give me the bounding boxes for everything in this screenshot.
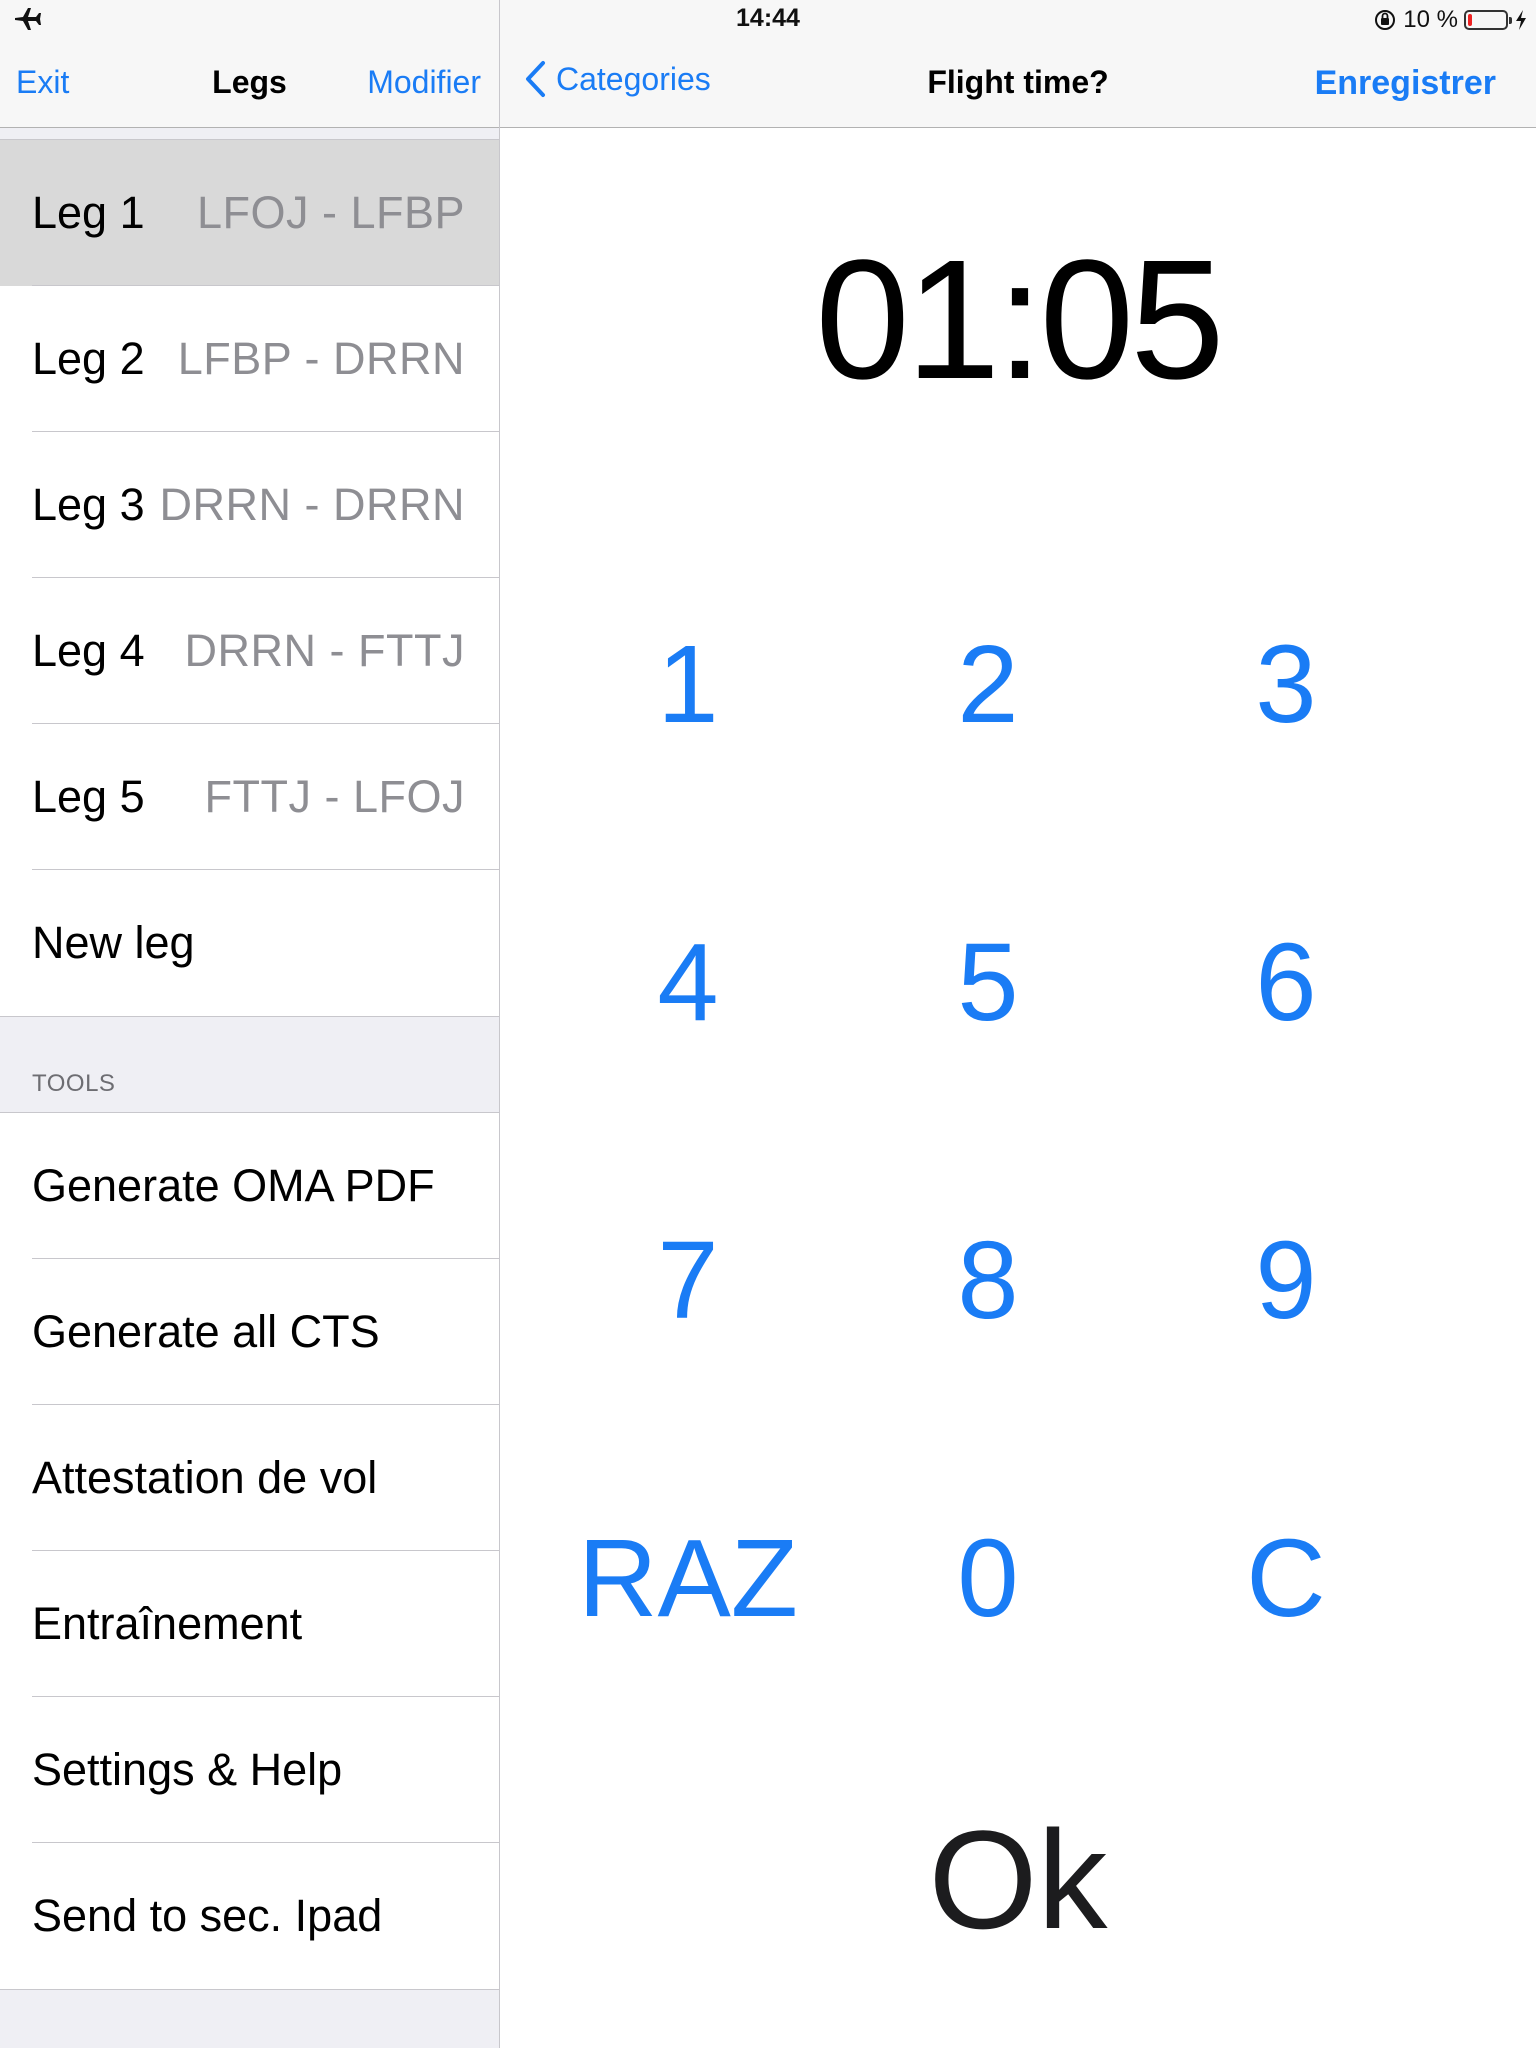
tool-label: Entraînement (32, 1598, 303, 1649)
tools-list: Generate OMA PDF Generate all CTS Attest… (0, 1112, 499, 1990)
tool-generate-oma-pdf[interactable]: Generate OMA PDF (0, 1113, 499, 1259)
tool-attestation-de-vol[interactable]: Attestation de vol (0, 1405, 499, 1551)
charging-bolt-icon (1516, 10, 1526, 30)
tool-label: Attestation de vol (32, 1452, 378, 1503)
edit-button[interactable]: Modifier (367, 64, 481, 101)
battery-tip (1509, 17, 1512, 24)
status-time: 14:44 (736, 4, 800, 32)
leg-route: LFBP - DRRN (177, 333, 465, 384)
battery-icon (1464, 10, 1512, 30)
tool-label: Generate all CTS (32, 1306, 380, 1357)
status-right-group: 10 % (1373, 4, 1528, 36)
leg-title: Leg 2 (32, 333, 145, 384)
ok-button[interactable]: Ok (500, 1810, 1536, 1950)
key-2[interactable]: 2 (878, 630, 1098, 740)
flight-time-panel: Categories Flight time? Enregistrer 01:0… (500, 0, 1536, 2048)
tool-entrainement[interactable]: Entraînement (0, 1551, 499, 1697)
key-1[interactable]: 1 (578, 630, 798, 740)
key-9[interactable]: 9 (1176, 1226, 1396, 1336)
key-7[interactable]: 7 (578, 1226, 798, 1336)
time-display: 01:05 (815, 225, 1224, 415)
tool-send-to-sec-ipad[interactable]: Send to sec. Ipad (0, 1843, 499, 1989)
tool-settings-help[interactable]: Settings & Help (0, 1697, 499, 1843)
leg-route: DRRN - FTTJ (184, 625, 465, 676)
key-5[interactable]: 5 (878, 928, 1098, 1038)
key-8[interactable]: 8 (878, 1226, 1098, 1336)
leg-title: Leg 1 (32, 187, 145, 238)
leg-title: Leg 4 (32, 625, 145, 676)
new-leg-row[interactable]: New leg (0, 870, 499, 1016)
leg-row-5[interactable]: Leg 5 FTTJ - LFOJ (0, 724, 499, 870)
leg-row-1[interactable]: Leg 1 LFOJ - LFBP (0, 140, 499, 286)
leg-route: FTTJ - LFOJ (204, 771, 465, 822)
tool-label: Send to sec. Ipad (32, 1890, 383, 1941)
tools-section-header: TOOLS (32, 1070, 116, 1097)
battery-percentage: 10 % (1403, 6, 1458, 33)
tool-label: Generate OMA PDF (32, 1160, 435, 1211)
tool-label: Settings & Help (32, 1744, 343, 1795)
key-0[interactable]: 0 (878, 1524, 1098, 1634)
legs-panel: Exit Legs Modifier Leg 1 LFOJ - LFBP Leg… (0, 0, 500, 2048)
key-6[interactable]: 6 (1176, 928, 1396, 1038)
key-3[interactable]: 3 (1176, 630, 1396, 740)
leg-title: Leg 5 (32, 771, 145, 822)
leg-route: DRRN - DRRN (159, 479, 465, 530)
leg-row-4[interactable]: Leg 4 DRRN - FTTJ (0, 578, 499, 724)
leg-title: Leg 3 (32, 479, 145, 530)
leg-row-3[interactable]: Leg 3 DRRN - DRRN (0, 432, 499, 578)
orientation-lock-icon (1375, 10, 1396, 30)
key-4[interactable]: 4 (578, 928, 798, 1038)
reset-key[interactable]: RAZ (548, 1524, 828, 1634)
save-button[interactable]: Enregistrer (1315, 64, 1496, 103)
status-bar: 14:44 10 % (0, 0, 1536, 40)
app-screen: Exit Legs Modifier Leg 1 LFOJ - LFBP Leg… (0, 0, 1536, 2048)
tool-generate-all-cts[interactable]: Generate all CTS (0, 1259, 499, 1405)
new-leg-label: New leg (32, 917, 195, 968)
leg-route: LFOJ - LFBP (196, 187, 465, 238)
clear-key[interactable]: C (1176, 1524, 1396, 1634)
battery-level-fill (1468, 14, 1472, 26)
legs-list: Leg 1 LFOJ - LFBP Leg 2 LFBP - DRRN Leg … (0, 139, 499, 1017)
leg-row-2[interactable]: Leg 2 LFBP - DRRN (0, 286, 499, 432)
